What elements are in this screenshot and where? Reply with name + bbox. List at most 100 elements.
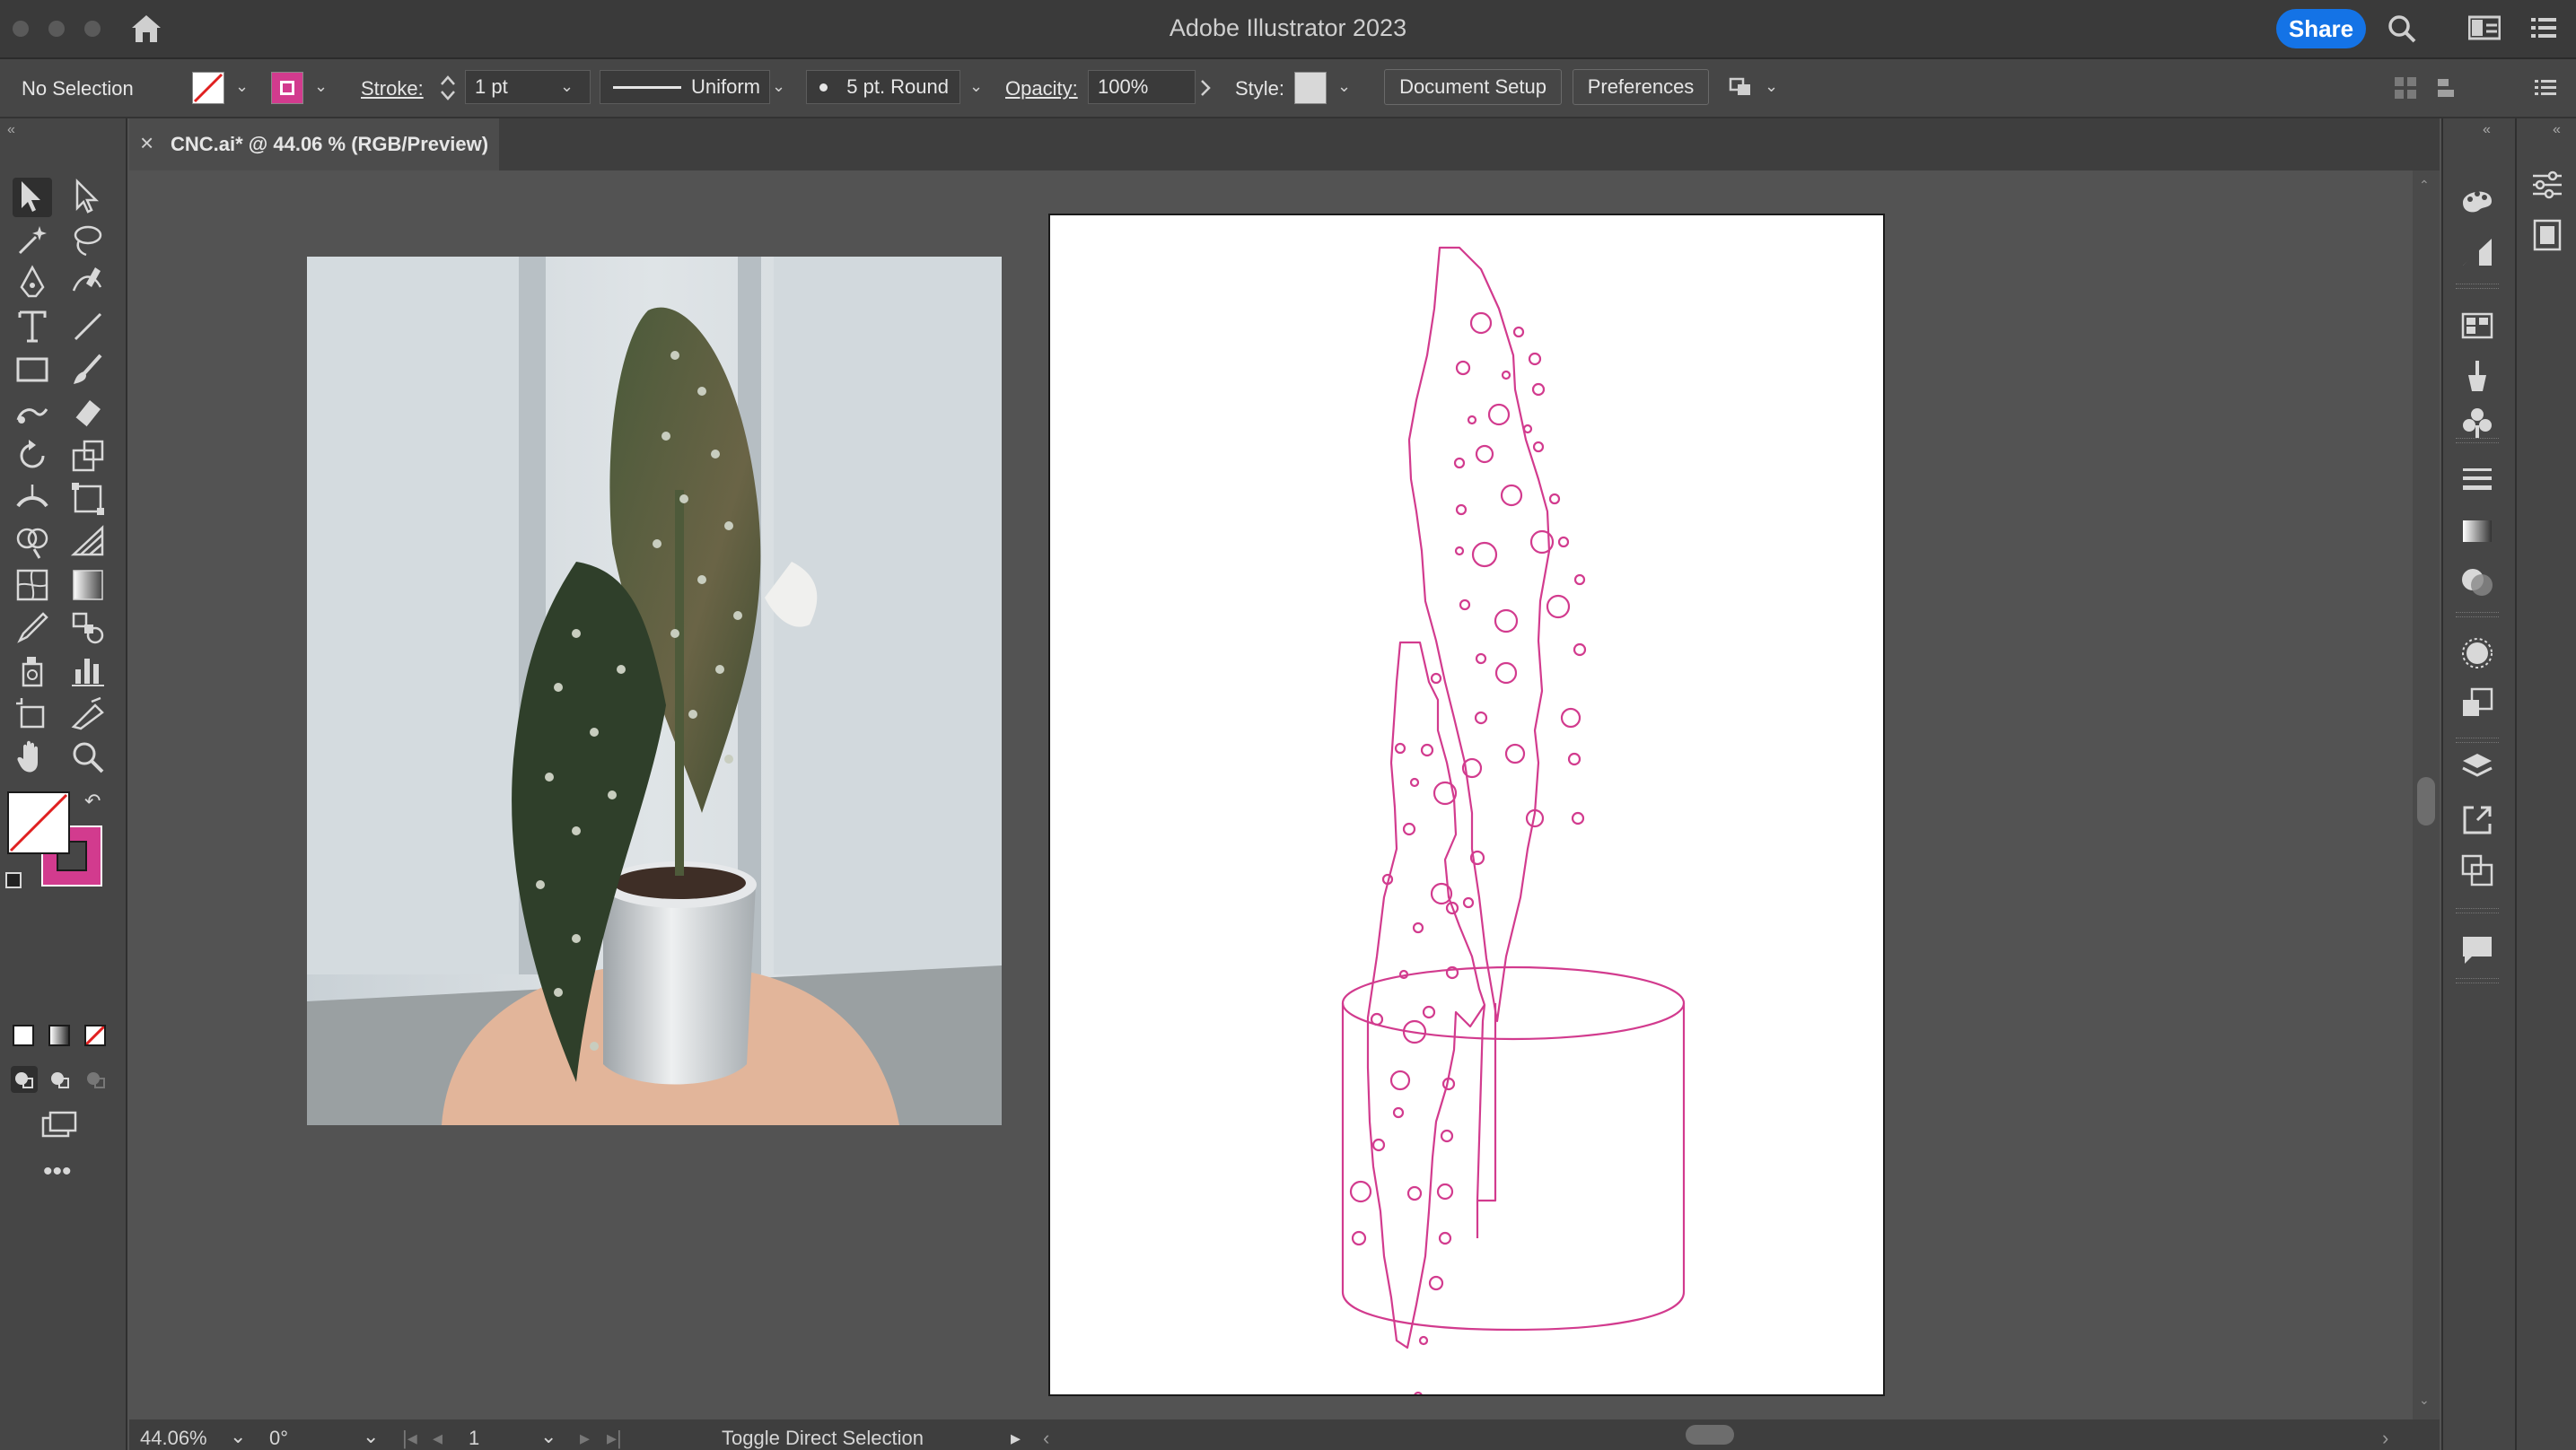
preferences-button[interactable]: Preferences: [1573, 69, 1709, 105]
layers-icon[interactable]: [2458, 748, 2497, 788]
stroke-icon[interactable]: [2458, 459, 2497, 499]
blend-tool-icon[interactable]: [68, 608, 108, 648]
scroll-left-icon[interactable]: ‹: [1043, 1427, 1049, 1450]
gradient-icon[interactable]: [2458, 511, 2497, 551]
placed-plant-photo[interactable]: [307, 257, 1002, 1125]
fill-chevron-down-icon[interactable]: ⌄: [235, 77, 249, 96]
control-bar-menu-icon[interactable]: [2533, 75, 2558, 105]
vector-plant-trace[interactable]: [1050, 215, 1883, 1402]
type-tool-icon[interactable]: [13, 307, 52, 346]
swap-fill-stroke-icon[interactable]: ↶: [84, 790, 101, 813]
workspace-switcher-icon[interactable]: [2467, 14, 2502, 46]
gradient-mode-icon[interactable]: [48, 1025, 70, 1046]
shape-builder-tool-icon[interactable]: [13, 522, 52, 562]
arrange-chevron-down-icon[interactable]: ⌄: [1765, 77, 1778, 96]
opacity-chevron-right-icon[interactable]: [1199, 79, 1212, 101]
pen-tool-icon[interactable]: [13, 264, 52, 303]
graphic-styles-icon[interactable]: [2458, 684, 2497, 723]
none-mode-icon[interactable]: [84, 1025, 106, 1046]
column-graph-tool-icon[interactable]: [68, 651, 108, 691]
gradient-tool-icon[interactable]: [68, 565, 108, 605]
document-setup-button[interactable]: Document Setup: [1384, 69, 1562, 105]
color-mode-icon[interactable]: [13, 1025, 34, 1046]
draw-behind-icon[interactable]: [47, 1066, 74, 1093]
fill-color-swatch[interactable]: [7, 791, 70, 854]
stroke-chevron-down-icon[interactable]: ⌄: [314, 77, 328, 96]
last-artboard-icon[interactable]: ▸|: [607, 1427, 622, 1450]
transparency-icon[interactable]: [2458, 562, 2497, 601]
collapse-panel-icon[interactable]: «: [7, 122, 15, 138]
variable-width-profile[interactable]: Uniform: [600, 70, 770, 104]
fill-swatch[interactable]: [192, 72, 224, 104]
zoom-level-field[interactable]: 44.06%: [140, 1427, 207, 1450]
variable-width-chevron-down-icon[interactable]: ⌄: [772, 77, 785, 96]
artboard-chevron-down-icon[interactable]: ⌄: [540, 1425, 556, 1448]
fill-stroke-swatches[interactable]: ↶: [5, 790, 113, 897]
default-colors-icon[interactable]: [5, 872, 22, 888]
collapse-dock-icon[interactable]: «: [2483, 122, 2491, 138]
paintbrush-tool-icon[interactable]: [68, 350, 108, 389]
close-tab-icon[interactable]: ×: [140, 129, 153, 157]
artboard-number-field[interactable]: 1: [469, 1427, 479, 1450]
magic-wand-tool-icon[interactable]: [13, 221, 52, 260]
style-chevron-down-icon[interactable]: ⌄: [1337, 77, 1351, 96]
stroke-label[interactable]: Stroke:: [361, 77, 424, 100]
arrange-documents-icon[interactable]: [2529, 14, 2558, 46]
document-tab[interactable]: × CNC.ai* @ 44.06 % (RGB/Preview): [129, 118, 499, 170]
transform-icon[interactable]: [2436, 75, 2463, 105]
brushes-icon[interactable]: [2458, 357, 2497, 397]
rectangle-tool-icon[interactable]: [13, 350, 52, 389]
properties-icon[interactable]: [2528, 165, 2567, 205]
stroke-weight-stepper-icon[interactable]: [438, 72, 458, 109]
brush-chevron-down-icon[interactable]: ⌄: [969, 77, 983, 96]
color-panel-icon[interactable]: [2458, 181, 2497, 221]
brush-definition[interactable]: 5 pt. Round: [806, 70, 960, 104]
stroke-swatch[interactable]: [271, 72, 303, 104]
artboard-tool-icon[interactable]: [13, 694, 52, 734]
edit-toolbar-more-icon[interactable]: •••: [43, 1158, 72, 1185]
slice-tool-icon[interactable]: [68, 694, 108, 734]
collapse-properties-icon[interactable]: «: [2553, 122, 2561, 138]
previous-artboard-icon[interactable]: ◂: [433, 1427, 442, 1450]
rotation-chevron-down-icon[interactable]: ⌄: [363, 1425, 379, 1448]
screen-mode-icon[interactable]: [39, 1109, 79, 1140]
free-transform-tool-icon[interactable]: [68, 479, 108, 519]
vertical-scroll-thumb[interactable]: [2417, 777, 2435, 825]
comments-icon[interactable]: [2458, 930, 2497, 969]
opacity-label[interactable]: Opacity:: [1005, 77, 1078, 100]
artboards-icon[interactable]: [2458, 851, 2497, 890]
eraser-tool-icon[interactable]: [68, 393, 108, 432]
line-segment-tool-icon[interactable]: [68, 307, 108, 346]
share-button[interactable]: Share: [2276, 9, 2366, 48]
horizontal-scroll-thumb[interactable]: [1686, 1425, 1734, 1445]
export-icon[interactable]: [2458, 800, 2497, 840]
hand-tool-icon[interactable]: [13, 738, 52, 777]
swatches-icon[interactable]: [2458, 307, 2497, 346]
artboard[interactable]: [1048, 214, 1885, 1402]
curvature-tool-icon[interactable]: [68, 264, 108, 303]
selection-tool-icon[interactable]: [13, 178, 52, 217]
draw-normal-icon[interactable]: [11, 1066, 38, 1093]
lasso-tool-icon[interactable]: [68, 221, 108, 260]
color-guide-icon[interactable]: [2458, 233, 2497, 273]
opacity-field[interactable]: 100%: [1088, 70, 1196, 104]
symbol-sprayer-tool-icon[interactable]: [13, 651, 52, 691]
draw-inside-icon[interactable]: [83, 1066, 110, 1093]
shaper-tool-icon[interactable]: [13, 393, 52, 432]
direct-selection-tool-icon[interactable]: [68, 178, 108, 217]
next-artboard-icon[interactable]: ▸: [580, 1427, 590, 1450]
stroke-weight-chevron-down-icon[interactable]: ⌄: [560, 77, 574, 96]
zoom-tool-icon[interactable]: [68, 738, 108, 777]
eyedropper-tool-icon[interactable]: [13, 608, 52, 648]
status-menu-icon[interactable]: ▸: [1011, 1427, 1021, 1450]
graphic-style-swatch[interactable]: [1294, 72, 1327, 104]
scroll-down-icon[interactable]: ⌄: [2419, 1393, 2430, 1408]
rotation-field[interactable]: 0°: [269, 1427, 288, 1450]
first-artboard-icon[interactable]: |◂: [402, 1427, 417, 1450]
rotate-tool-icon[interactable]: [13, 436, 52, 476]
libraries-icon[interactable]: [2528, 215, 2567, 255]
scale-tool-icon[interactable]: [68, 436, 108, 476]
vertical-scrollbar[interactable]: ⌃ ⌄: [2413, 170, 2440, 1419]
arrange-icon[interactable]: [1727, 74, 1757, 107]
mesh-tool-icon[interactable]: [13, 565, 52, 605]
